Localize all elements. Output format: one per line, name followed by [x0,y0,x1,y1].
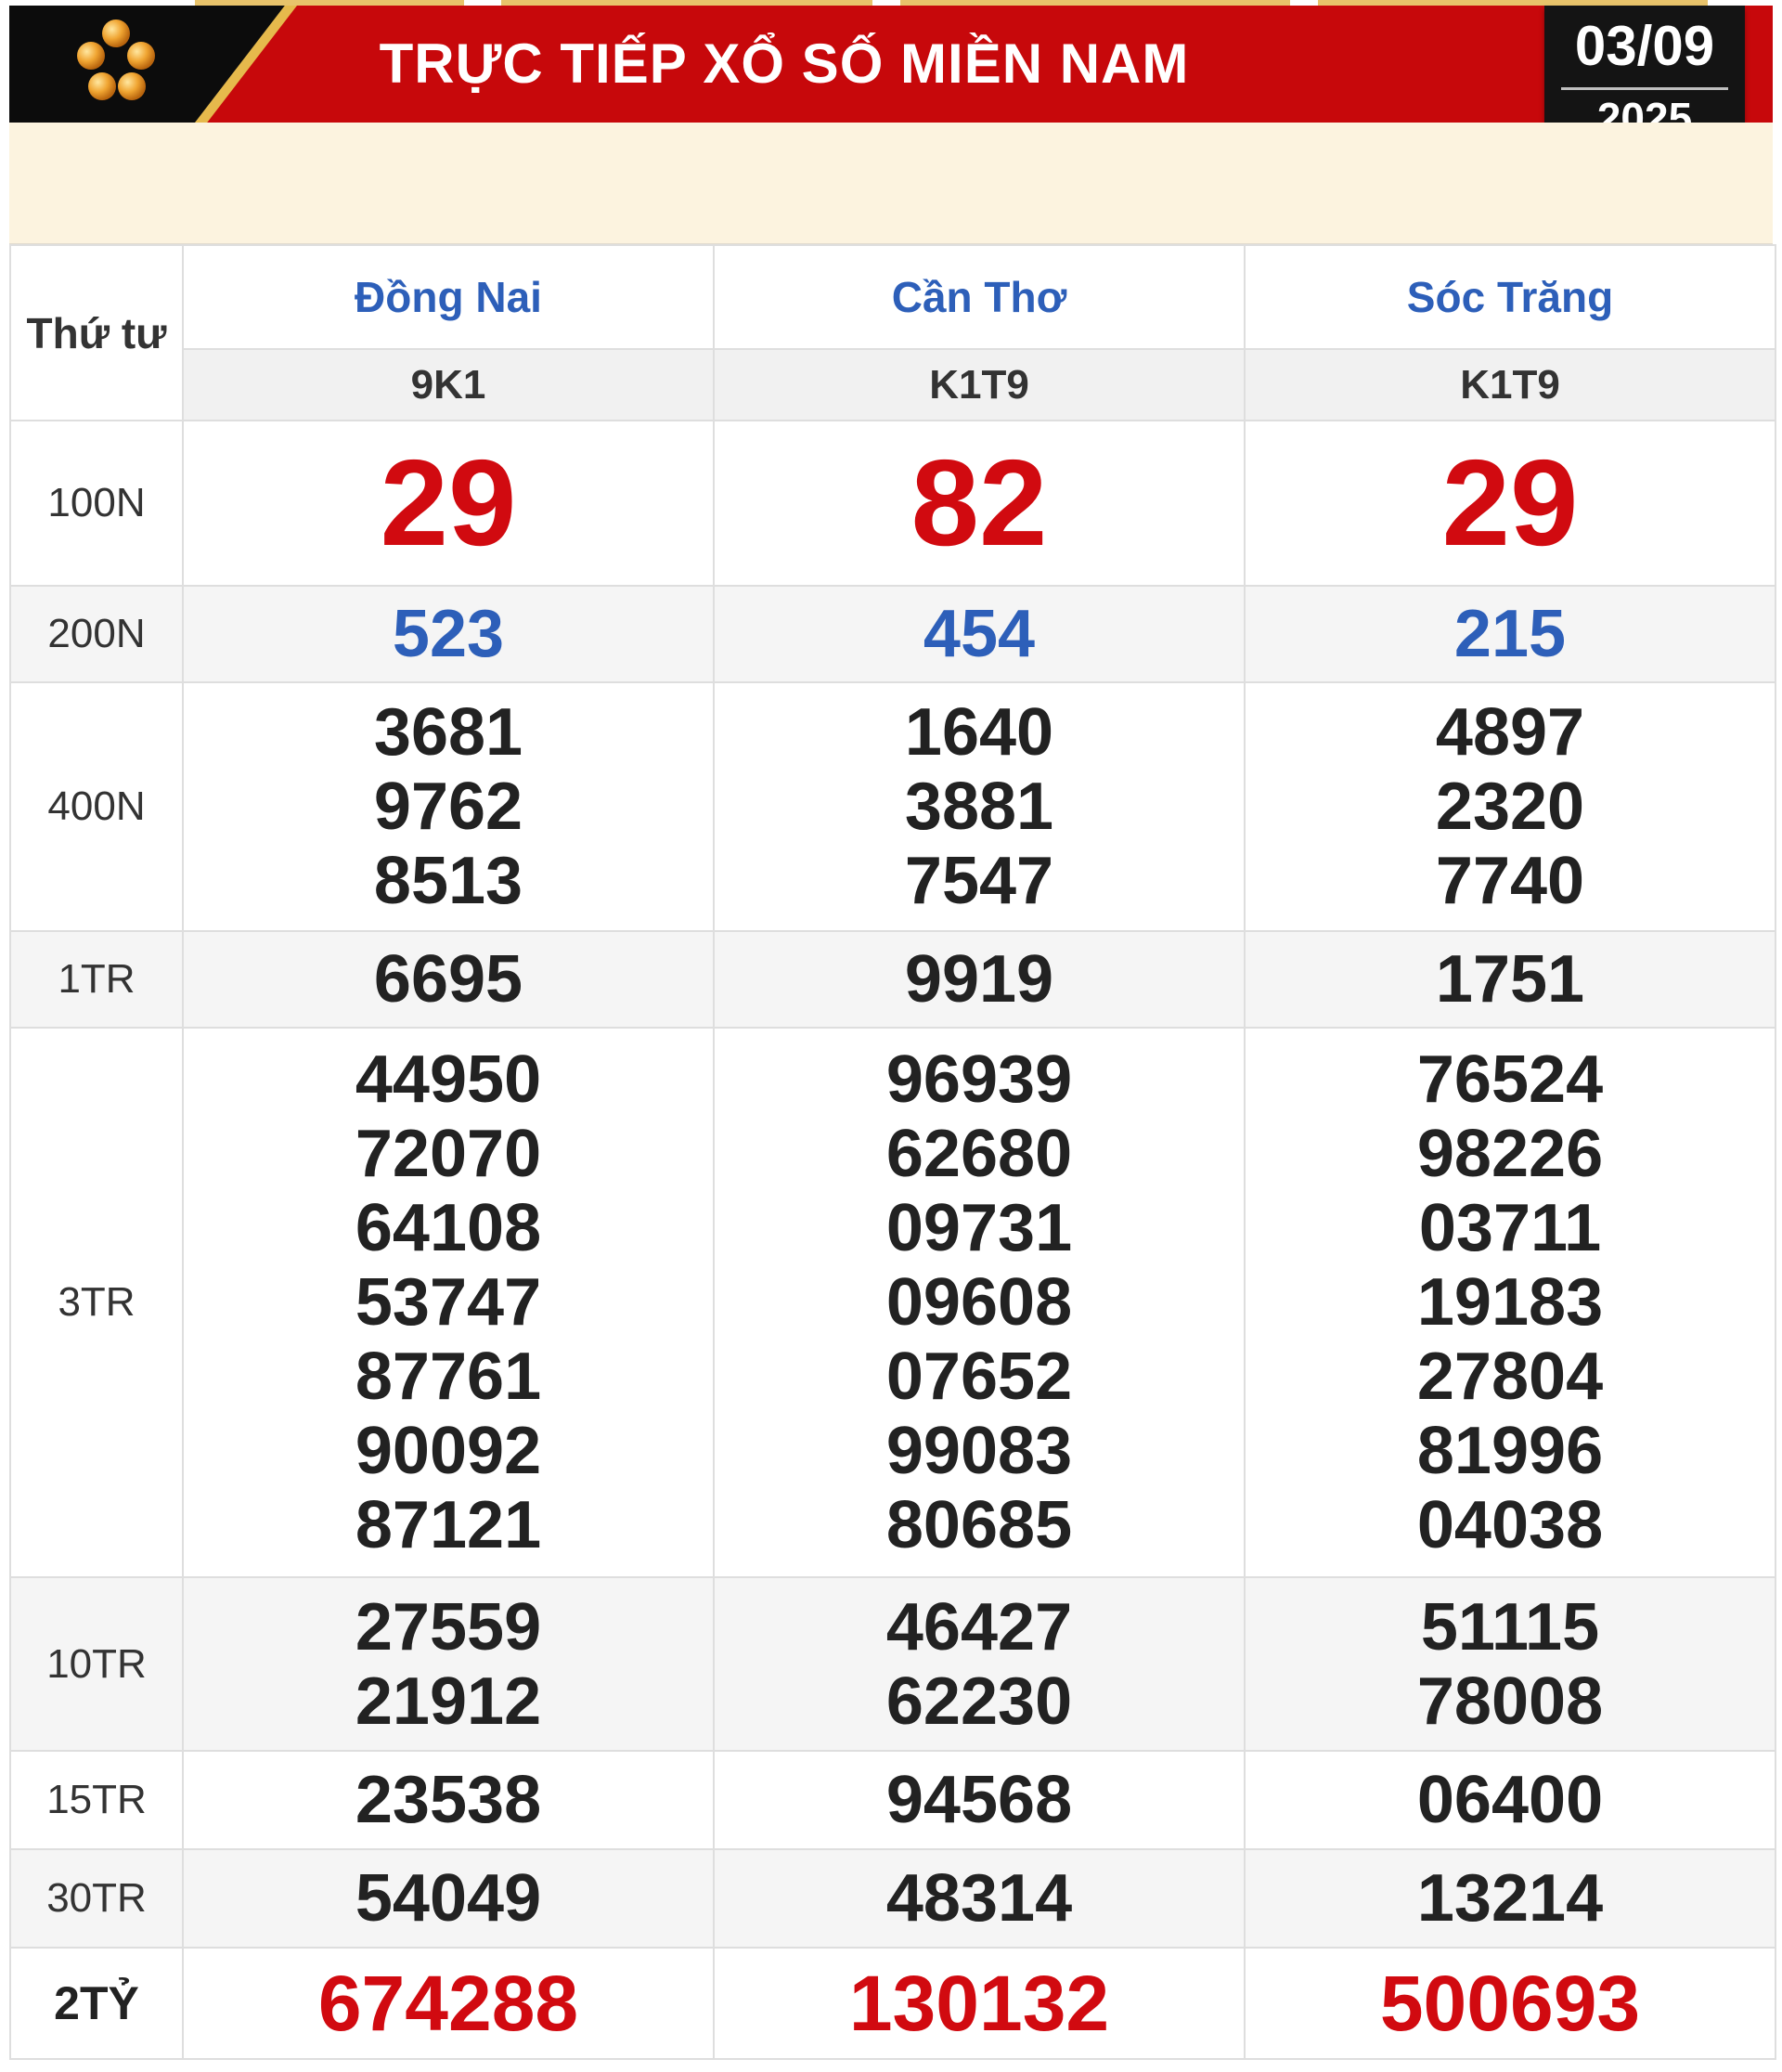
province-name: Đồng Nai [182,244,715,350]
prize-cell: 27559 21912 [182,1576,715,1752]
prize-number: 454 [713,585,1246,683]
prize-number: 523 [182,585,715,683]
prize-number: 64108 [355,1191,542,1265]
prize-cell: 96939 62680 09731 09608 07652 99083 8068… [713,1027,1246,1578]
sub-header-band [9,123,1773,245]
prize-label: 400N [9,681,184,932]
date-divider [1561,87,1728,90]
prize-number: 09731 [885,1191,1073,1265]
prize-number: 2320 [1435,770,1585,844]
prize-cell: 76524 98226 03711 19183 27804 81996 0403… [1244,1027,1776,1578]
prize-number: 07652 [885,1340,1073,1414]
prize-number: 54049 [182,1848,715,1949]
prize-number: 98226 [1416,1117,1604,1191]
prize-number: 04038 [1416,1488,1604,1562]
prize-number: 51115 [1420,1589,1600,1664]
jackpot-number: 500693 [1244,1947,1776,2060]
prize-number: 94568 [713,1750,1246,1850]
province-name: Sóc Trăng [1244,244,1776,350]
prize-number: 62230 [885,1664,1073,1739]
prize-number: 13214 [1244,1848,1776,1949]
prize-label: 30TR [9,1848,184,1949]
prize-cell: 51115 78008 [1244,1576,1776,1752]
prize-number: 1640 [904,695,1054,770]
prize-label: 1TR [9,930,184,1029]
prize-number: 27559 [355,1589,542,1664]
prize-number: 23538 [182,1750,715,1850]
prize-number: 06400 [1244,1750,1776,1850]
prize-number: 44950 [355,1042,542,1117]
lottery-results-panel: TRỰC TIẾP XỔ SỐ MIỀN NAM 03/09 2025 Thứ … [9,0,1776,2072]
prize-number: 62680 [885,1117,1073,1191]
prize-cell: 1640 3881 7547 [713,681,1246,932]
prize-number: 53747 [355,1265,542,1340]
prize-number: 82 [713,420,1246,587]
prize-number: 46427 [885,1589,1073,1664]
prize-number: 7547 [904,844,1054,918]
weekday-label: Thứ tư [9,244,184,421]
prize-number: 1751 [1244,930,1776,1029]
jackpot-number: 674288 [182,1947,715,2060]
ticket-code: K1T9 [1244,348,1776,421]
prize-number: 3681 [373,695,523,770]
prize-number: 7740 [1435,844,1585,918]
prize-number: 78008 [1416,1664,1604,1739]
prize-number: 99083 [885,1414,1073,1488]
jackpot-label: 2TỶ [9,1947,184,2060]
prize-number: 87761 [355,1340,542,1414]
prize-number: 76524 [1416,1042,1604,1117]
prize-number: 215 [1244,585,1776,683]
prize-number: 90092 [355,1414,542,1488]
prize-cell: 3681 9762 8513 [182,681,715,932]
prize-number: 21912 [355,1664,542,1739]
prize-number: 9762 [373,770,523,844]
province-name: Cần Thơ [713,244,1246,350]
prize-number: 8513 [373,844,523,918]
prize-label: 200N [9,585,184,683]
prize-number: 6695 [182,930,715,1029]
prize-number: 96939 [885,1042,1073,1117]
header-banner: TRỰC TIẾP XỔ SỐ MIỀN NAM [9,6,1773,123]
prize-label: 10TR [9,1576,184,1752]
prize-label: 15TR [9,1750,184,1850]
prize-number: 03711 [1418,1191,1602,1265]
prize-number: 80685 [885,1488,1073,1562]
prize-number: 4897 [1435,695,1585,770]
prize-number: 09608 [885,1265,1073,1340]
prize-number: 3881 [904,770,1054,844]
prize-cell: 46427 62230 [713,1576,1246,1752]
prize-number: 27804 [1416,1340,1604,1414]
prize-cell: 4897 2320 7740 [1244,681,1776,932]
prize-number: 9919 [713,930,1246,1029]
page-title: TRỰC TIẾP XỔ SỐ MIỀN NAM [379,32,1190,95]
results-table: Thứ tư Đồng Nai Cần Thơ Sóc Trăng 9K1 K1… [9,244,1776,2060]
prize-number: 81996 [1416,1414,1604,1488]
jackpot-number: 130132 [713,1947,1246,2060]
prize-number: 29 [1244,420,1776,587]
prize-number: 87121 [355,1488,542,1562]
prize-cell: 44950 72070 64108 53747 87761 90092 8712… [182,1027,715,1578]
lottery-balls-icon [77,19,155,100]
ticket-code: K1T9 [713,348,1246,421]
prize-label: 3TR [9,1027,184,1578]
prize-label: 100N [9,420,184,587]
draw-date: 03/09 [1574,15,1715,77]
prize-number: 29 [182,420,715,587]
prize-number: 48314 [713,1848,1246,1949]
prize-number: 72070 [355,1117,542,1191]
ticket-code: 9K1 [182,348,715,421]
prize-number: 19183 [1416,1265,1604,1340]
